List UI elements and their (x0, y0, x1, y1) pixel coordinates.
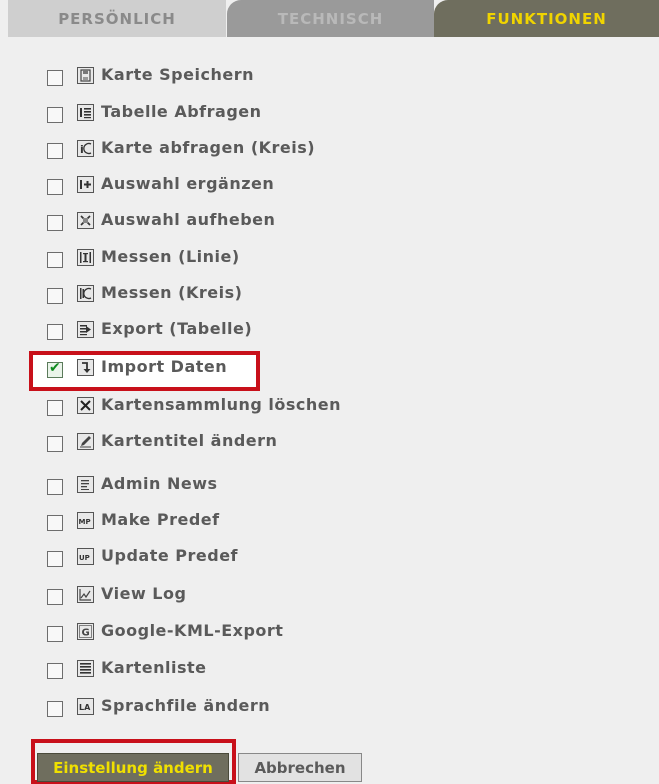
checkbox-google-kml-export[interactable] (47, 626, 63, 642)
list-item: Kartensammlung löschen (0, 391, 659, 427)
save-icon (77, 67, 94, 84)
list-item: Messen (Kreis) (0, 279, 659, 315)
google-kml-icon-letter: G (82, 628, 90, 639)
list-item: Auswahl aufheben (0, 206, 659, 242)
checkbox-tabelle-abfragen[interactable] (47, 107, 63, 123)
item-label: Kartensammlung löschen (101, 395, 342, 414)
checkbox-view-log[interactable] (47, 589, 63, 605)
checkbox-kartensammlung-loeschen[interactable] (47, 400, 63, 416)
tab-functions[interactable]: FUNKTIONEN (434, 0, 659, 37)
checkbox-karte-abfragen[interactable] (47, 143, 63, 159)
clear-selection-icon (77, 212, 94, 229)
list-item: Kartentitel ändern (0, 427, 659, 463)
item-label: Messen (Kreis) (101, 283, 243, 302)
list-item: Messen (Linie) (0, 243, 659, 279)
checkbox-messen-kreis[interactable] (47, 288, 63, 304)
make-predef-icon: MP (77, 512, 94, 529)
list-item: View Log (0, 580, 659, 616)
item-label: Update Predef (101, 546, 238, 565)
list-item: Auswahl ergänzen (0, 170, 659, 206)
language-icon: LA (77, 698, 94, 715)
checkbox-import-daten[interactable]: ✔ (47, 360, 63, 378)
checkbox-auswahl-ergaenzen[interactable] (47, 179, 63, 195)
checkbox-update-predef[interactable] (47, 551, 63, 567)
list-icon (77, 660, 94, 677)
list-item: MP Make Predef (0, 506, 659, 542)
add-selection-icon (77, 176, 94, 193)
tab-technical[interactable]: TECHNISCH (227, 0, 434, 37)
list-item: Export (Tabelle) (0, 315, 659, 351)
list-item: UP Update Predef (0, 542, 659, 578)
checkbox-sprachfile-aendern[interactable] (47, 701, 63, 717)
item-label: Kartenliste (101, 658, 207, 677)
language-icon-text: LA (79, 703, 91, 712)
item-label: Tabelle Abfragen (101, 102, 262, 121)
item-label: Admin News (101, 474, 218, 493)
item-label: Sprachfile ändern (101, 696, 271, 715)
item-label: Karte abfragen (Kreis) (101, 138, 316, 157)
list-item: Admin News (0, 470, 659, 506)
cancel-button[interactable]: Abbrechen (238, 753, 362, 782)
circle-query-icon-letter: i (80, 143, 84, 156)
import-icon (77, 359, 94, 376)
list-item: i Karte abfragen (Kreis) (0, 134, 659, 170)
list-item: ✔ Import Daten (0, 353, 659, 389)
checkbox-export-tabelle[interactable] (47, 324, 63, 340)
checkbox-karte-speichern[interactable] (47, 70, 63, 86)
checkbox-kartenliste[interactable] (47, 663, 63, 679)
item-label: Export (Tabelle) (101, 319, 253, 338)
item-label: Import Daten (101, 357, 228, 376)
edit-icon (77, 433, 94, 450)
checkmark-icon: ✔ (49, 360, 61, 376)
checkbox-auswahl-aufheben[interactable] (47, 215, 63, 231)
google-kml-icon: G (77, 623, 94, 640)
item-label: Auswahl ergänzen (101, 174, 275, 193)
checkbox-make-predef[interactable] (47, 515, 63, 531)
make-predef-icon-text: MP (79, 518, 91, 526)
list-item: G Google-KML-Export (0, 617, 659, 653)
checkbox-kartentitel-aendern[interactable] (47, 436, 63, 452)
update-predef-icon: UP (77, 548, 94, 565)
checkbox-messen-linie[interactable] (47, 252, 63, 268)
settings-panel: PERSÖNLICH TECHNISCH FUNKTIONEN Karte Sp… (0, 0, 659, 784)
tab-bar: PERSÖNLICH TECHNISCH FUNKTIONEN (8, 0, 659, 37)
item-label: Make Predef (101, 510, 220, 529)
delete-icon (77, 397, 94, 414)
tab-personal[interactable]: PERSÖNLICH (8, 0, 226, 37)
table-query-icon (77, 104, 94, 121)
item-label: Google-KML-Export (101, 621, 284, 640)
list-item: LA Sprachfile ändern (0, 692, 659, 728)
measure-line-icon (77, 249, 94, 266)
item-label: Karte Speichern (101, 65, 254, 84)
list-item: Karte Speichern (0, 61, 659, 97)
item-label: View Log (101, 584, 187, 603)
circle-query-icon: i (77, 140, 94, 157)
list-item: Kartenliste (0, 654, 659, 690)
measure-circle-icon (77, 285, 94, 302)
item-label: Kartentitel ändern (101, 431, 278, 450)
news-icon (77, 476, 94, 493)
export-icon (77, 321, 94, 338)
log-icon (77, 586, 94, 603)
apply-settings-button[interactable]: Einstellung ändern (37, 753, 229, 782)
checkbox-admin-news[interactable] (47, 479, 63, 495)
item-label: Auswahl aufheben (101, 210, 276, 229)
update-predef-icon-text: UP (79, 554, 90, 562)
list-item: Tabelle Abfragen (0, 98, 659, 134)
item-label: Messen (Linie) (101, 247, 240, 266)
